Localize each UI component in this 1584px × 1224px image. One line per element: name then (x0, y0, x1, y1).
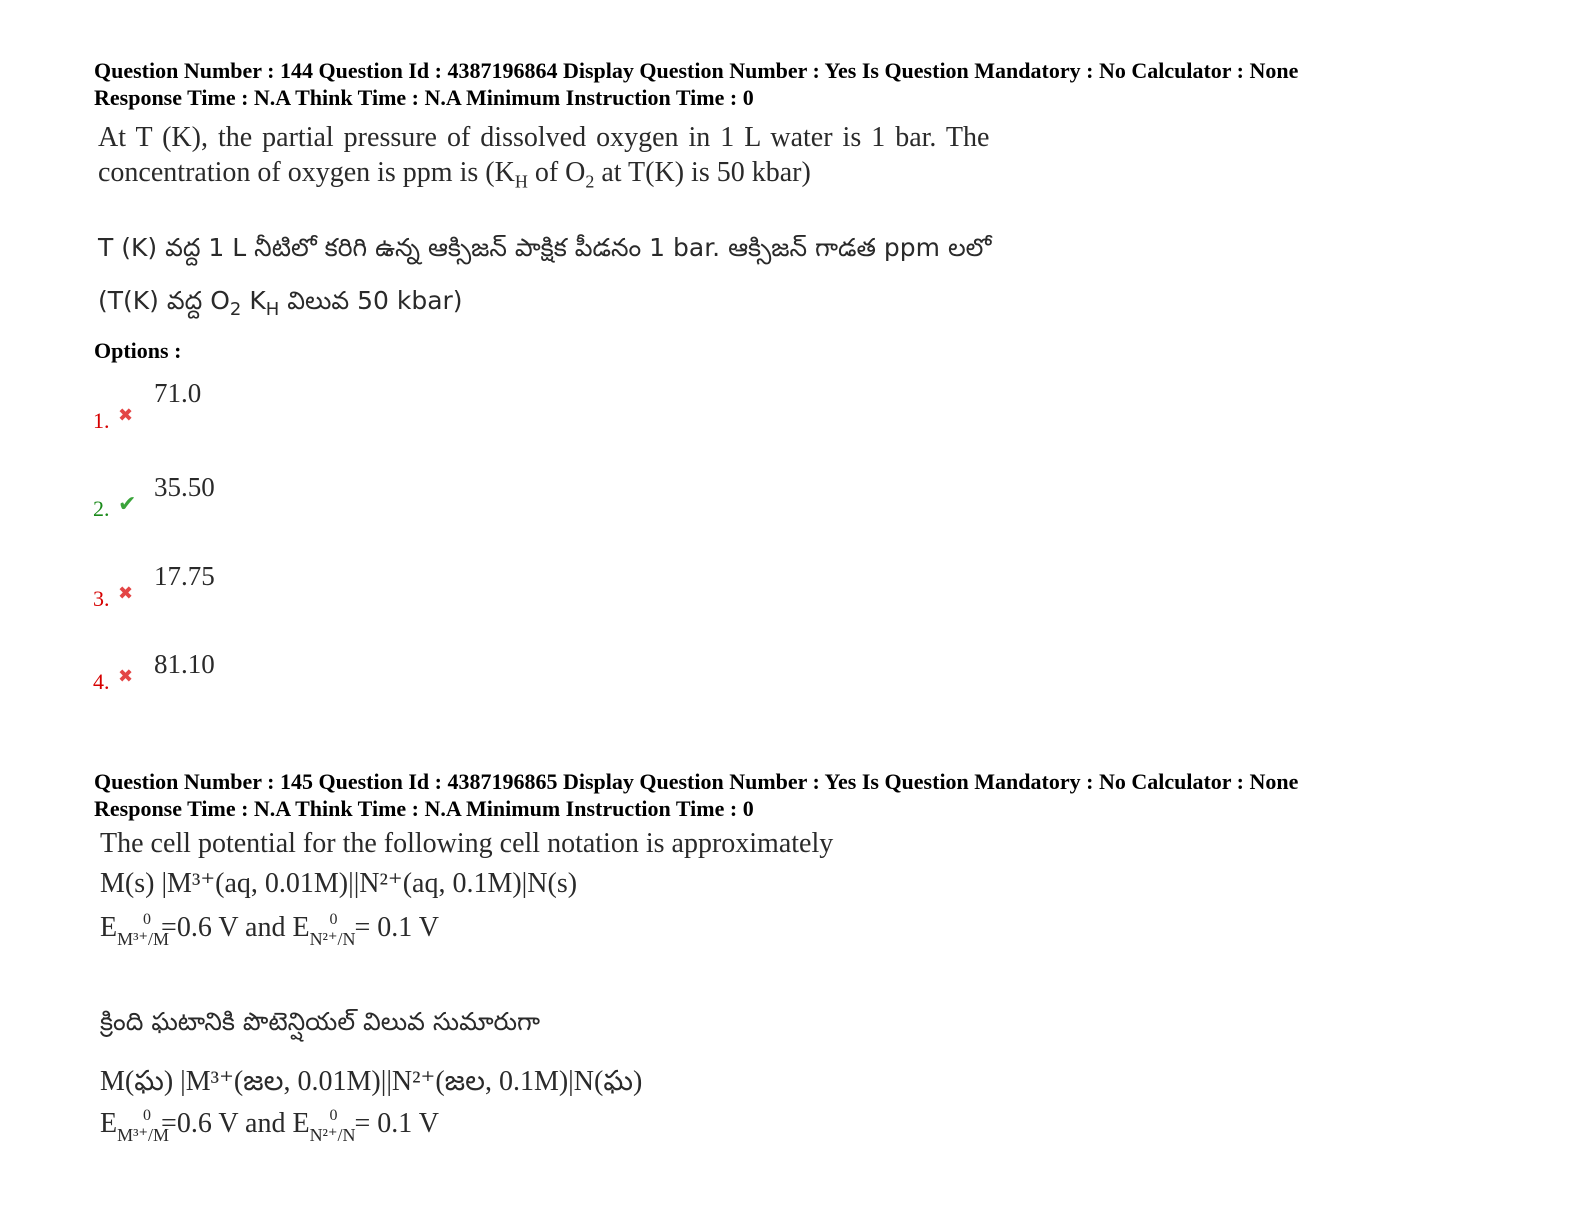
cross-icon: ✖ (118, 666, 134, 687)
option-2-number: 2. (93, 496, 110, 521)
option-1-number: 1. (93, 408, 110, 433)
options-label: Options : (94, 338, 182, 363)
question-145-cell-notation: M(s) |M³⁺(aq, 0.01M)||N²⁺(aq, 0.1M)|N(s) (100, 868, 578, 899)
question-144-telugu-line2: (T(K) వద్ద O2 KH విలువ 50 kbar) (98, 286, 463, 320)
option-2-value[interactable]: 35.50 (154, 472, 215, 503)
check-icon: ✔ (118, 492, 137, 517)
question-144-telugu-line1: T (K) వద్ద 1 L నీటిలో కరిగి ఉన్న ఆక్సిజన… (98, 233, 992, 262)
question-145-telugu-cell-notation: M(ఘ) |M³⁺(జల, 0.01M)||N²⁺(జల, 0.1M)|N(ఘ) (100, 1066, 643, 1097)
question-145-meta-line1: Question Number : 145 Question Id : 4387… (94, 769, 1299, 794)
option-3-number: 3. (93, 586, 110, 611)
question-144-english-text: At T (K), the partial pressure of dissol… (98, 120, 990, 192)
cross-icon: ✖ (118, 405, 134, 426)
question-145-meta-line2: Response Time : N.A Think Time : N.A Min… (94, 796, 754, 821)
question-145-meta: Question Number : 145 Question Id : 4387… (94, 768, 1298, 822)
option-3-value[interactable]: 17.75 (154, 561, 215, 592)
question-145-electrode-potentials: EM³⁺/M0 =0.6 V and EN²⁺/N0 = 0.1 V (100, 911, 439, 949)
question-145-telugu-line1: క్రింది ఘటానికి పొటెన్షియల్ విలువ సుమారు… (100, 1007, 541, 1036)
question-144-meta: Question Number : 144 Question Id : 4387… (94, 57, 1298, 111)
question-144-meta-line2: Response Time : N.A Think Time : N.A Min… (94, 85, 754, 110)
cross-icon: ✖ (118, 583, 134, 604)
question-144-english-line2: concentration of oxygen is ppm is (KH of… (98, 157, 811, 192)
option-4-number: 4. (93, 669, 110, 694)
option-1-value[interactable]: 71.0 (154, 378, 201, 409)
question-144-english-line1: At T (K), the partial pressure of dissol… (98, 122, 990, 153)
question-145-telugu-electrode-potentials: EM³⁺/M0 =0.6 V and EN²⁺/N0 = 0.1 V (100, 1107, 439, 1145)
option-4-value[interactable]: 81.10 (154, 649, 215, 680)
question-144-telugu-text: T (K) వద్ద 1 L నీటిలో కరిగి ఉన్న ఆక్సిజన… (98, 230, 992, 320)
question-145-english-line1: The cell potential for the following cel… (100, 828, 834, 859)
question-144-meta-line1: Question Number : 144 Question Id : 4387… (94, 58, 1299, 83)
